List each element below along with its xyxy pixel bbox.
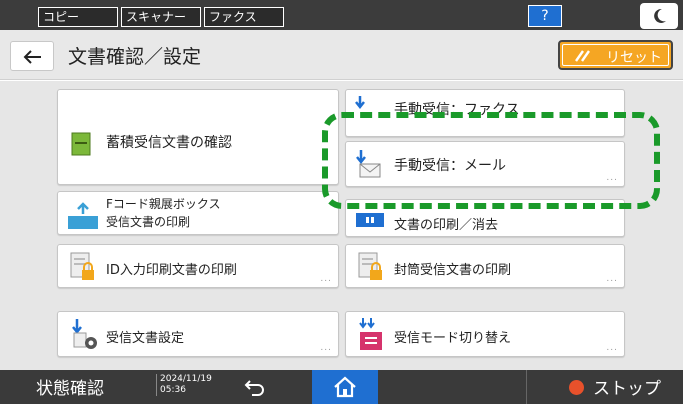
moon-icon — [654, 8, 666, 23]
more-dots: ... — [320, 274, 332, 284]
receive-mode-button[interactable]: 受信モード切り替え ... — [345, 311, 625, 357]
id-print-label: ID入力印刷文書の印刷 — [106, 263, 237, 278]
undo-icon[interactable] — [244, 378, 266, 396]
tab-scanner[interactable]: スキャナー — [121, 7, 201, 27]
more-dots: ... — [606, 343, 618, 353]
receive-settings-label: 受信文書設定 — [106, 331, 185, 346]
reset-button[interactable]: リセット — [558, 40, 673, 70]
settings-receive-icon — [72, 319, 97, 349]
status-check-button[interactable]: 状態確認 — [36, 374, 104, 399]
more-dots: ... — [320, 343, 332, 353]
page-title: 文書確認／設定 — [68, 46, 202, 68]
id-print-button[interactable]: ID入力印刷文書の印刷 ... — [57, 244, 339, 288]
more-dots: ... — [606, 274, 618, 284]
stop-label: ストップ — [593, 379, 661, 399]
help-button[interactable]: ? — [528, 5, 562, 27]
print-delete-icon — [356, 213, 384, 227]
stored-docs-label: 蓄積受信文書の確認 — [106, 135, 232, 151]
locked-document-icon — [358, 252, 382, 280]
date-text: 2024/11/19 — [160, 374, 212, 384]
page-header: 文書確認／設定 リセット — [0, 30, 683, 80]
time-text: 05:36 — [160, 385, 186, 395]
fcode-box-icon — [68, 202, 98, 229]
datetime-display: 2024/11/19 05:36 — [156, 374, 212, 396]
arrow-left-icon — [23, 50, 41, 64]
receive-mode-label: 受信モード切り替え — [394, 331, 512, 346]
bottom-bar: 状態確認 2024/11/19 05:36 ストップ — [0, 370, 683, 404]
tab-fax[interactable]: ファクス — [204, 7, 284, 27]
stored-docs-button[interactable]: 蓄積受信文書の確認 — [57, 89, 339, 185]
print-delete-label: 文書の印刷／消去 — [394, 218, 499, 233]
locked-document-icon — [70, 252, 94, 280]
top-bar: コピー スキャナー ファクス ? — [0, 0, 683, 30]
envelope-print-button[interactable]: 封筒受信文書の印刷 ... — [345, 244, 625, 288]
document-box-icon — [71, 132, 91, 156]
mode-tabs: コピー スキャナー ファクス — [38, 7, 287, 27]
highlight-frame — [322, 112, 660, 209]
stop-icon — [569, 380, 584, 395]
stop-button[interactable]: ストップ — [526, 370, 683, 404]
reset-icon — [575, 50, 590, 62]
home-icon — [334, 376, 356, 398]
fcode-label-line2: 受信文書の印刷 — [106, 215, 191, 229]
envelope-print-label: 封筒受信文書の印刷 — [394, 263, 512, 278]
receive-settings-button[interactable]: 受信文書設定 ... — [57, 311, 339, 357]
reset-label: リセット — [606, 50, 662, 66]
fcode-box-button[interactable]: Fコード親展ボックス 受信文書の印刷 — [57, 191, 339, 235]
receive-mode-icon — [359, 318, 382, 350]
home-button[interactable] — [312, 370, 378, 404]
back-button[interactable] — [10, 41, 54, 71]
energy-saver-button[interactable] — [640, 3, 678, 29]
fcode-label-line1: Fコード親展ボックス — [106, 197, 221, 211]
tab-copy[interactable]: コピー — [38, 7, 118, 27]
